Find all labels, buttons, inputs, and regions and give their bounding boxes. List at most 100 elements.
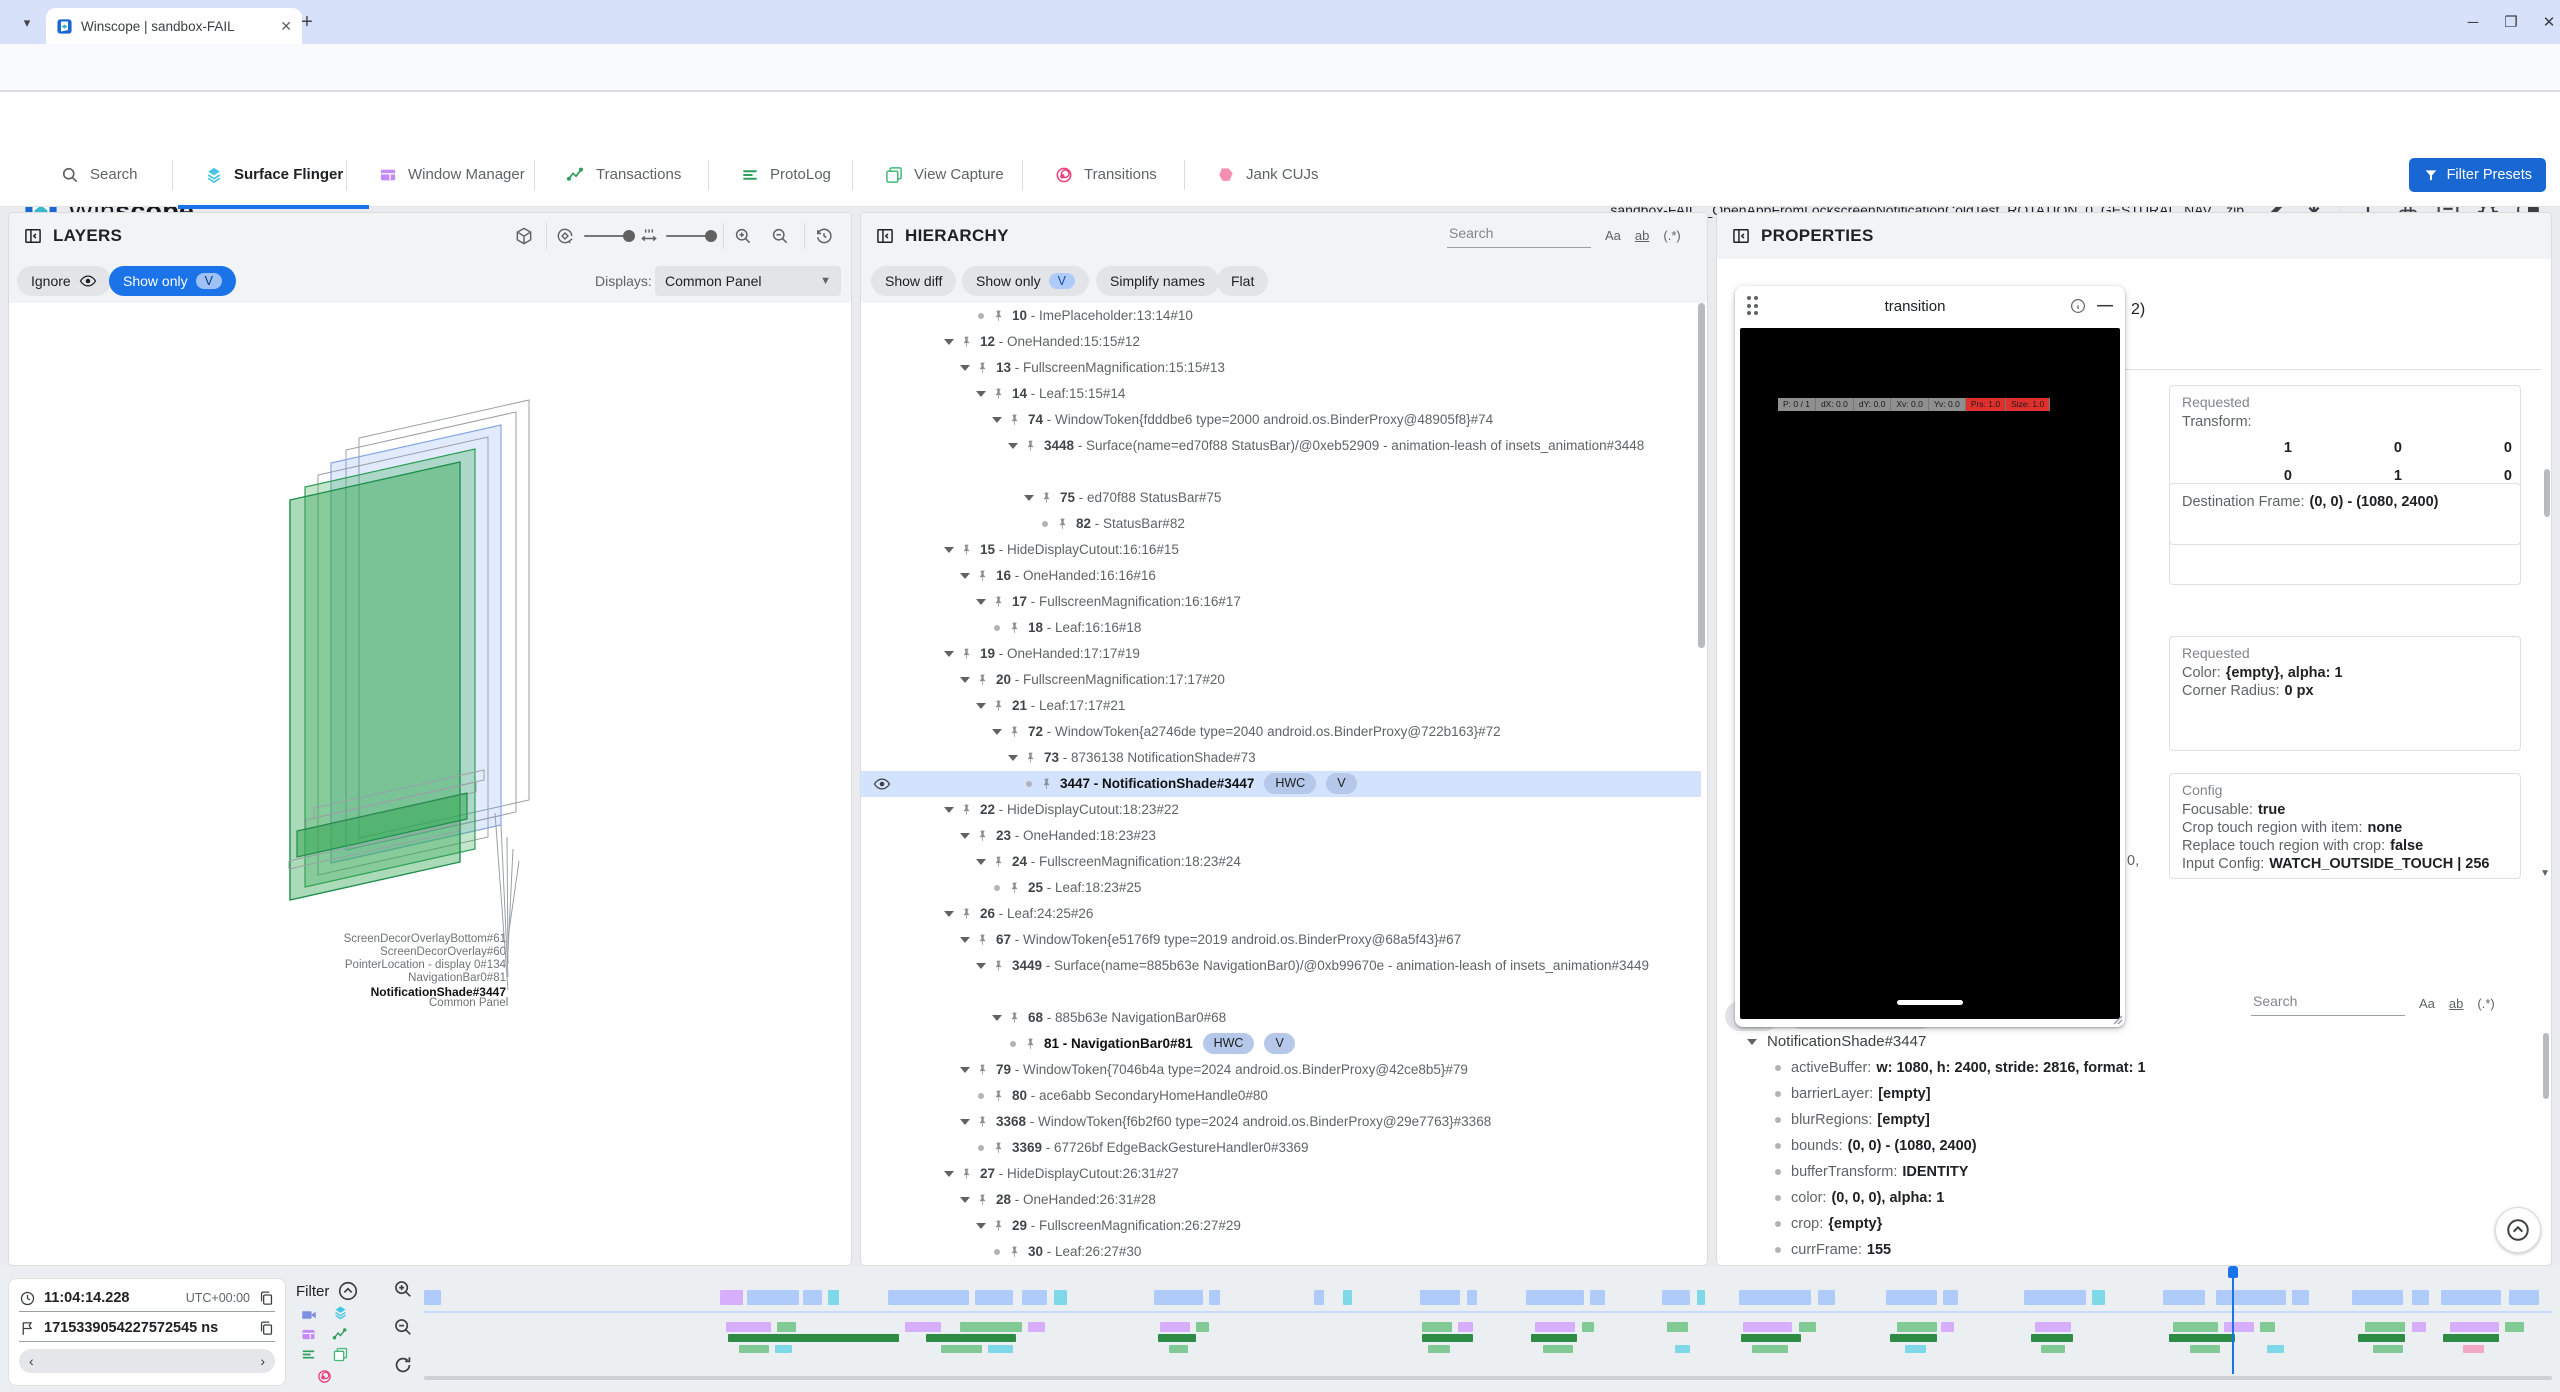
trace-entry-segment[interactable]	[1675, 1345, 1690, 1353]
tab-jank-cujs[interactable]: Jank CUJs	[1190, 144, 1345, 205]
tab-view-capture[interactable]: View Capture	[858, 144, 1030, 205]
pin-icon[interactable]	[976, 361, 989, 374]
trace-entry-segment[interactable]	[726, 1322, 771, 1332]
property-item-dataspace[interactable]: dataspace:BT709 sRGB Full range	[1773, 1263, 2537, 1265]
window-close-button[interactable]: ✕	[2538, 12, 2560, 34]
trace-entry-segment[interactable]	[1422, 1322, 1452, 1332]
pin-icon[interactable]	[992, 699, 1005, 712]
trace-entry-segment[interactable]	[1420, 1290, 1460, 1305]
trace-entry-segment[interactable]	[2169, 1334, 2235, 1342]
timeline-reset-zoom-icon[interactable]	[392, 1354, 414, 1376]
trace-entry-segment[interactable]	[424, 1290, 441, 1305]
trace-entry-segment[interactable]	[2092, 1290, 2105, 1305]
trace-entry-segment[interactable]	[1590, 1290, 1605, 1305]
trace-entry-segment[interactable]	[1739, 1290, 1811, 1305]
hierarchy-node-81[interactable]: 81 - NavigationBar0#81HWCV	[861, 1031, 1701, 1057]
trace-entry-segment[interactable]	[2224, 1322, 2254, 1332]
scroll-to-top-button[interactable]	[2495, 1207, 2541, 1253]
expand-arrow-icon[interactable]	[1024, 495, 1034, 501]
hierarchy-node-23[interactable]: 23 - OneHanded:18:23#23	[861, 823, 1701, 849]
rotation-slider[interactable]	[584, 235, 629, 237]
timeline-scroll-strip[interactable]: ‹ ›	[19, 1349, 275, 1373]
hierarchy-node-75[interactable]: 75 - ed70f88 StatusBar#75	[861, 485, 1701, 511]
match-case-toggle[interactable]: Aa	[1605, 228, 1621, 243]
timestamp-human[interactable]: 11:04:14.228	[44, 1290, 178, 1306]
simplify-names-toggle[interactable]: Simplify names	[1096, 266, 1219, 296]
regex-toggle[interactable]: (.*)	[2477, 996, 2494, 1011]
copy-icon[interactable]	[258, 1290, 275, 1307]
overlay-card-header[interactable]: transition —	[1735, 286, 2125, 326]
expand-arrow-icon[interactable]	[960, 937, 970, 943]
trace-entry-segment[interactable]	[2024, 1290, 2086, 1305]
trace-entry-segment[interactable]	[2031, 1334, 2074, 1342]
expand-arrow-icon[interactable]	[992, 1015, 1002, 1021]
show-only-visible-toggle[interactable]: Show onlyV	[109, 266, 236, 296]
pin-icon[interactable]	[1008, 725, 1021, 738]
pin-icon[interactable]	[976, 673, 989, 686]
flat-toggle[interactable]: Flat	[1217, 266, 1268, 296]
pin-icon[interactable]	[1024, 751, 1037, 764]
trace-entry-segment[interactable]	[2216, 1290, 2286, 1305]
tab-window-manager[interactable]: Window Manager	[352, 144, 551, 205]
trace-entry-segment[interactable]	[988, 1345, 1014, 1353]
timestamp-ns[interactable]: 1715339054227572545 ns	[44, 1320, 250, 1336]
expand-arrow-icon[interactable]	[976, 1223, 986, 1229]
hierarchy-scrollbar[interactable]	[1698, 303, 1705, 648]
trace-entry-segment[interactable]	[1428, 1345, 1449, 1353]
expand-arrow-icon[interactable]	[944, 1171, 954, 1177]
trace-entry-segment[interactable]	[775, 1345, 792, 1353]
trace-entry-segment[interactable]	[888, 1290, 969, 1305]
show-only-visible-toggle[interactable]: Show onlyV	[962, 266, 1089, 296]
trace-entry-segment[interactable]	[2373, 1345, 2403, 1353]
match-word-toggle[interactable]: ab	[1635, 228, 1649, 243]
property-item-blurRegions[interactable]: blurRegions:[empty]	[1773, 1107, 2537, 1133]
tab-transactions[interactable]: Transactions	[540, 144, 707, 205]
expand-arrow-icon[interactable]	[1008, 755, 1018, 761]
pin-icon[interactable]	[976, 569, 989, 582]
trace-entry-segment[interactable]	[2412, 1290, 2429, 1305]
expand-arrow-icon[interactable]	[976, 391, 986, 397]
expand-arrow-icon[interactable]	[960, 1119, 970, 1125]
collapse-panel-icon[interactable]	[875, 226, 895, 246]
expand-arrow-icon[interactable]	[960, 1197, 970, 1203]
pin-icon[interactable]	[992, 855, 1005, 868]
hierarchy-node-72[interactable]: 72 - WindowToken{a2746de type=2040 andro…	[861, 719, 1701, 745]
trace-entry-segment[interactable]	[1818, 1290, 1835, 1305]
trace-entry-segment[interactable]	[1662, 1290, 1690, 1305]
pin-icon[interactable]	[1040, 777, 1053, 790]
trace-entry-segment[interactable]	[1054, 1290, 1067, 1305]
trace-entry-segment[interactable]	[728, 1334, 898, 1342]
hierarchy-node-27[interactable]: 27 - HideDisplayCutout:26:31#27	[861, 1161, 1701, 1187]
trace-entry-segment[interactable]	[941, 1345, 981, 1353]
hierarchy-node-79[interactable]: 79 - WindowToken{7046b4a type=2024 andro…	[861, 1057, 1701, 1083]
tab-transitions[interactable]: Transitions	[1028, 144, 1183, 205]
pin-icon[interactable]	[976, 933, 989, 946]
trace-entry-segment[interactable]	[1697, 1290, 1706, 1305]
expand-arrow-icon[interactable]	[944, 651, 954, 657]
expand-arrow-icon[interactable]	[976, 599, 986, 605]
spacing-slider[interactable]	[666, 235, 711, 237]
timeline-cursor[interactable]	[2232, 1276, 2235, 1374]
pin-icon[interactable]	[992, 595, 1005, 608]
hierarchy-node-3449[interactable]: 3449 - Surface(name=885b63e NavigationBa…	[861, 953, 1701, 1005]
trace-entry-segment[interactable]	[1905, 1345, 1926, 1353]
tab-protolog[interactable]: ProtoLog	[714, 144, 857, 205]
hierarchy-node-3368[interactable]: 3368 - WindowToken{f6b2f60 type=2024 and…	[861, 1109, 1701, 1135]
tab-close-icon[interactable]: ✕	[280, 18, 292, 35]
pin-icon[interactable]	[960, 543, 973, 556]
pin-icon[interactable]	[992, 309, 1005, 322]
trace-entry-segment[interactable]	[2509, 1290, 2539, 1305]
collapse-panel-icon[interactable]	[1731, 226, 1751, 246]
pin-icon[interactable]	[1008, 413, 1021, 426]
layers-3d-canvas[interactable]: ScreenDecorOverlayBottom#61ScreenDecorOv…	[9, 303, 851, 1265]
trace-entry-segment[interactable]	[1799, 1322, 1816, 1332]
tab-search[interactable]: Search	[34, 144, 164, 205]
pin-icon[interactable]	[976, 1063, 989, 1076]
expand-arrow-icon[interactable]	[1008, 443, 1018, 449]
ignore-toggle[interactable]: Ignore	[17, 266, 111, 296]
trace-entry-segment[interactable]	[2260, 1322, 2275, 1332]
zoom-out-icon[interactable]	[770, 226, 790, 246]
trace-entry-segment[interactable]	[1160, 1322, 1190, 1332]
hierarchy-node-21[interactable]: 21 - Leaf:17:17#21	[861, 693, 1701, 719]
expand-arrow-icon[interactable]	[960, 833, 970, 839]
